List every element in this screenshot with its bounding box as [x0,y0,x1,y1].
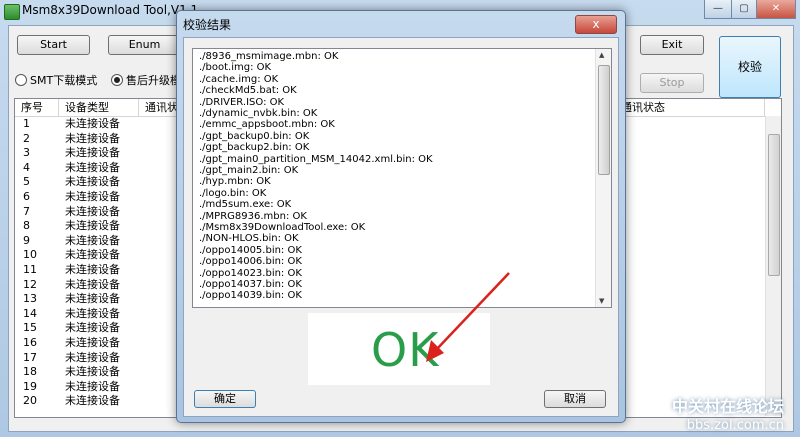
row-index: 10 [23,248,37,262]
row-index: 9 [23,233,30,247]
exit-button[interactable]: Exit [640,35,704,55]
verify-result-dialog: 校验结果 x ./8936_msmimage.mbn: OK ./boot.img… [176,10,626,423]
result-list-scrollbar[interactable]: ▲ ▼ [595,49,611,307]
smt-mode-radio[interactable]: SMT下载模式 [15,72,97,88]
column-header-device[interactable]: 设备类型 [59,99,139,117]
list-item: ./gpt_backup2.bin: OK [199,142,310,154]
enum-button[interactable]: Enum [108,35,181,55]
scrollbar-thumb[interactable] [768,134,780,276]
row-device-type: 未连接设备 [65,204,120,218]
radio-selected-icon [111,74,123,86]
row-device-type: 未连接设备 [65,146,120,160]
window-title: Msm8x39Download Tool,V1.1 [22,3,199,17]
row-index: 6 [23,190,30,203]
row-device-type: 未连接设备 [65,350,120,364]
row-index: 3 [23,146,30,160]
scrollbar-thumb[interactable] [598,65,610,175]
row-device-type: 未连接设备 [65,248,120,262]
row-index: 17 [23,350,37,364]
column-header-index[interactable]: 序号 [15,99,59,117]
row-index: 11 [23,263,37,276]
column-header-comm-2[interactable]: 通讯状态 [615,99,765,117]
row-device-type: 未连接设备 [65,117,120,130]
row-index: 20 [23,394,37,408]
row-device-type: 未连接设备 [65,306,120,320]
list-item: ./hyp.mbn: OK [199,176,271,188]
maximize-icon[interactable]: ▢ [731,0,757,19]
row-device-type: 未连接设备 [65,175,120,189]
row-index: 1 [23,117,30,130]
row-index: 8 [23,219,30,233]
list-item: ./NON-HLOS.bin: OK [199,233,299,245]
list-item: ./cache.img: OK [199,73,279,85]
row-index: 12 [23,277,37,291]
row-device-type: 未连接设备 [65,233,120,247]
list-item: ./md5sum.exe: OK [199,199,292,211]
list-item: ./logo.bin: OK [199,187,267,199]
after-sale-mode-radio[interactable]: 售后升级模 [111,72,181,88]
row-device-type: 未连接设备 [65,394,120,408]
row-device-type: 未连接设备 [65,321,120,335]
list-item: ./gpt_main2.bin: OK [199,165,299,176]
row-index: 19 [23,379,37,393]
list-item: ./8936_msmimage.mbn: OK [199,51,339,62]
row-index: 7 [23,204,30,218]
app-icon [4,4,20,20]
row-index: 14 [23,306,37,320]
list-item: ./oppo14023.bin: OK [199,267,302,279]
list-item: ./checkMd5.bat: OK [199,85,297,97]
list-item: ./gpt_main0_partition_MSM_14042.xml.bin:… [199,153,433,165]
row-index: 4 [23,160,30,174]
list-item: ./Msm8x39DownloadTool.exe: OK [199,222,366,233]
window-close-icon[interactable]: ✕ [756,0,796,19]
watermark: 中关村在线论坛 [671,397,784,416]
row-device-type: 未连接设备 [65,263,120,276]
row-index: 13 [23,292,37,306]
row-device-type: 未连接设备 [65,190,120,203]
confirm-button[interactable]: 确定 [194,390,256,408]
list-item: ./dynamic_nvbk.bin: OK [199,108,318,119]
list-item: ./oppo14005.bin: OK [199,244,302,256]
stop-button[interactable]: Stop [640,73,704,93]
verify-button[interactable]: 校验 [719,36,781,98]
cancel-button[interactable]: 取消 [544,390,606,408]
list-item: ./emmc_appsboot.mbn: OK [199,119,335,131]
scroll-down-icon[interactable]: ▼ [599,297,604,305]
list-item: ./DRIVER.ISO: OK [199,96,285,108]
dialog-title: 校验结果 [183,18,232,32]
list-item: ./boot.img: OK [199,62,272,74]
watermark-url: bbs.zol.com.cn [686,418,784,433]
list-item: ./oppo14039.bin: OK [199,290,302,302]
row-device-type: 未连接设备 [65,160,120,174]
row-device-type: 未连接设备 [65,365,120,379]
result-list: ./8936_msmimage.mbn: OK ./boot.img: OK ./c… [192,48,612,308]
row-index: 16 [23,336,37,349]
dialog-client-area: ./8936_msmimage.mbn: OK ./boot.img: OK ./c… [183,37,619,417]
list-item: ./oppo14037.bin: OK [199,279,302,290]
list-item: ./MPRG8936.mbn: OK [199,210,307,222]
start-button[interactable]: Start [17,35,90,55]
row-index: 18 [23,365,37,379]
row-index: 2 [23,131,30,145]
row-index: 5 [23,175,30,189]
row-index: 15 [23,321,37,335]
row-device-type: 未连接设备 [65,131,120,145]
red-arrow-icon [426,272,510,362]
minimize-icon[interactable]: — [704,0,732,19]
row-device-type: 未连接设备 [65,379,120,393]
radio-icon [15,74,27,86]
row-device-type: 未连接设备 [65,277,120,291]
list-item: ./gpt_backup0.bin: OK [199,130,310,142]
list-item: ./oppo14006.bin: OK [199,256,302,268]
row-device-type: 未连接设备 [65,219,120,233]
table-scrollbar[interactable] [765,116,781,416]
row-device-type: 未连接设备 [65,336,120,349]
row-device-type: 未连接设备 [65,292,120,306]
dialog-close-icon[interactable]: x [575,15,617,34]
scroll-up-icon[interactable]: ▲ [599,51,604,59]
